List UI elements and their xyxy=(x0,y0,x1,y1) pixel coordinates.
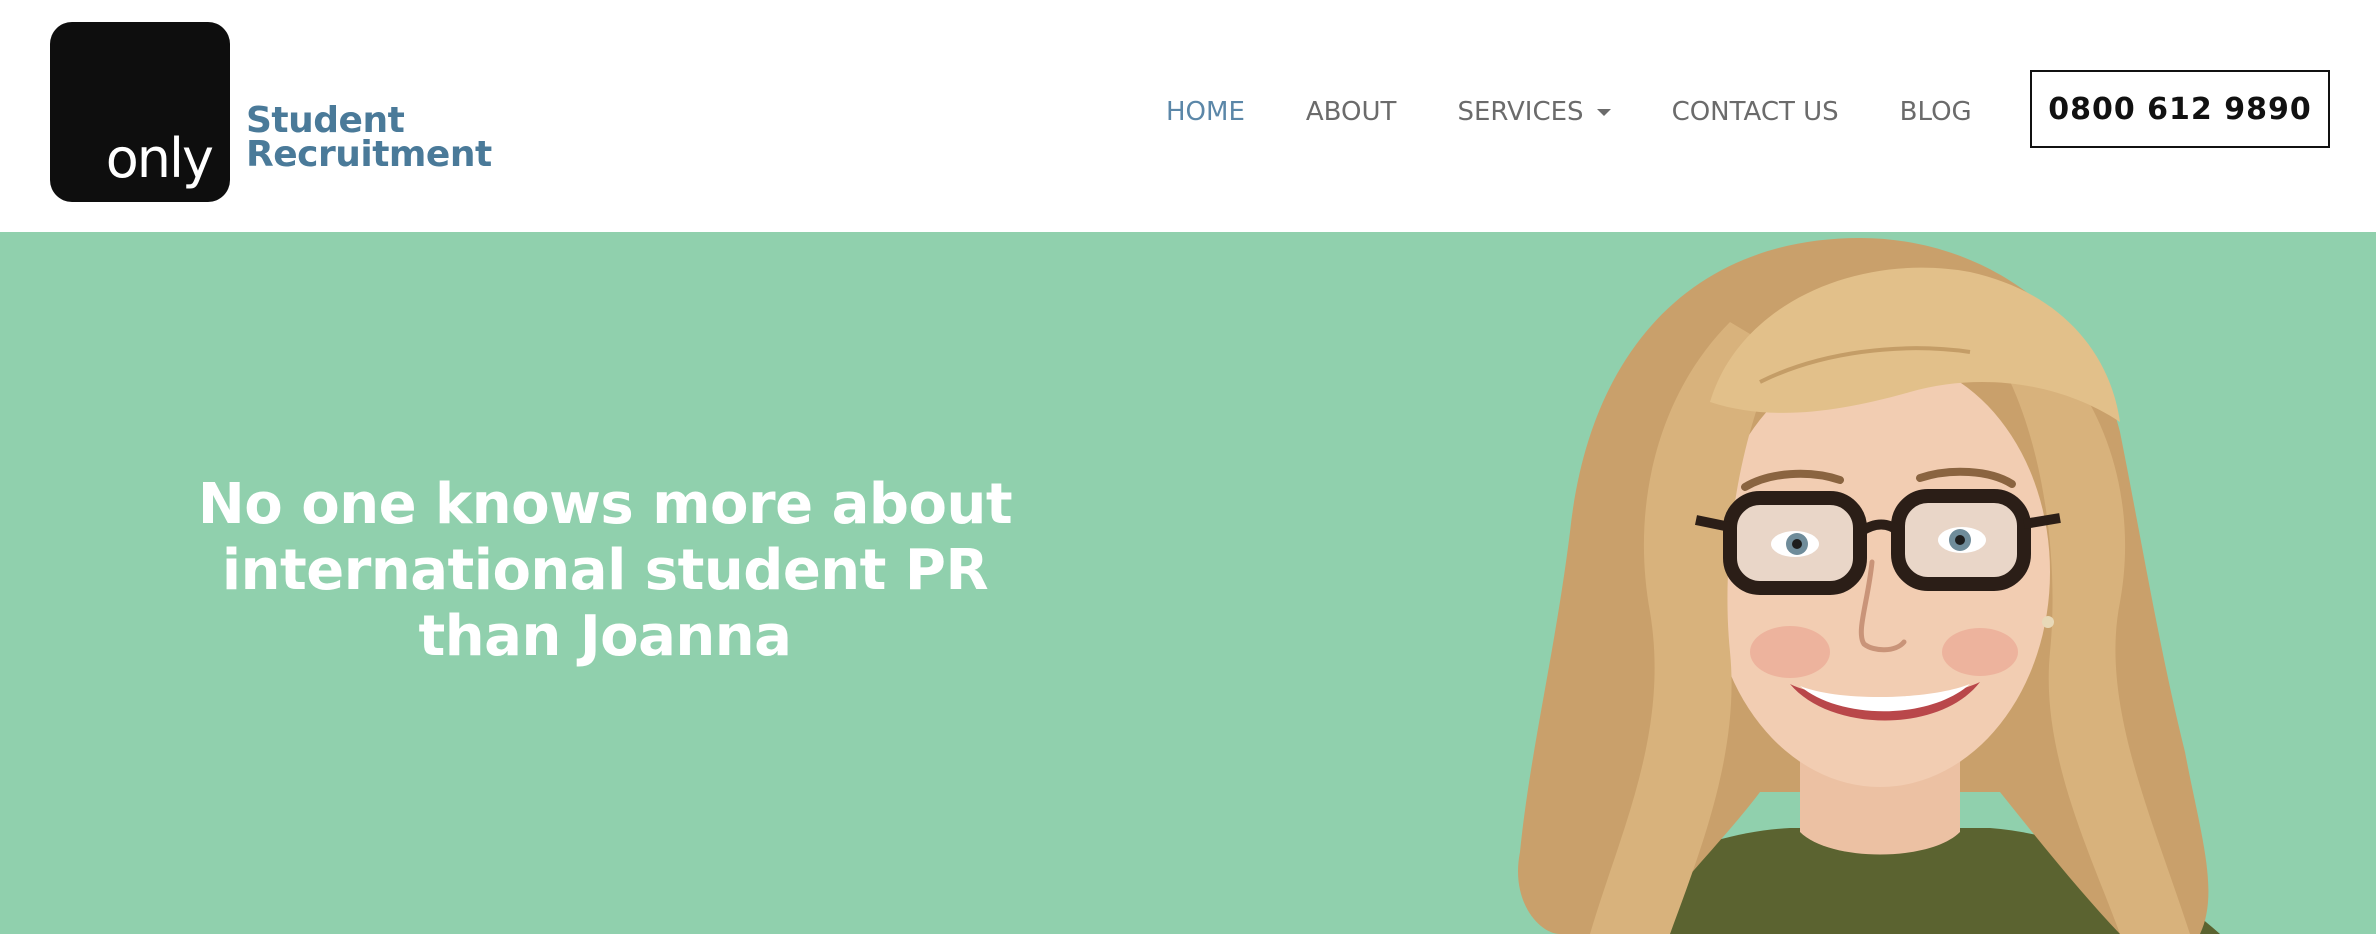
chevron-down-icon xyxy=(1596,108,1611,116)
nav-blog[interactable]: BLOG xyxy=(1900,94,1972,130)
nav-home[interactable]: HOME xyxy=(1166,94,1245,130)
site-header: only Student Recruitment HOME ABOUT SERV… xyxy=(0,0,2376,232)
logo-mark-text: only xyxy=(105,127,214,190)
logo-line-1: Student xyxy=(246,100,405,141)
hero-banner: No one knows more about international st… xyxy=(0,232,2376,934)
hero-headline: No one knows more about international st… xyxy=(197,472,1013,669)
logo-wordmark: Student Recruitment xyxy=(246,100,506,175)
logo-mark: only xyxy=(50,22,230,202)
main-nav: HOME ABOUT SERVICES CONTACT US BLOG xyxy=(1166,94,1972,130)
nav-services[interactable]: SERVICES xyxy=(1457,94,1611,130)
nav-about[interactable]: ABOUT xyxy=(1306,94,1397,130)
logo-line-2: Recruitment xyxy=(246,134,492,175)
nav-contact[interactable]: CONTACT US xyxy=(1672,94,1839,130)
portrait-image xyxy=(1518,238,2220,934)
phone-button[interactable]: 0800 612 9890 xyxy=(2030,70,2330,148)
nav-services-label: SERVICES xyxy=(1457,97,1584,127)
